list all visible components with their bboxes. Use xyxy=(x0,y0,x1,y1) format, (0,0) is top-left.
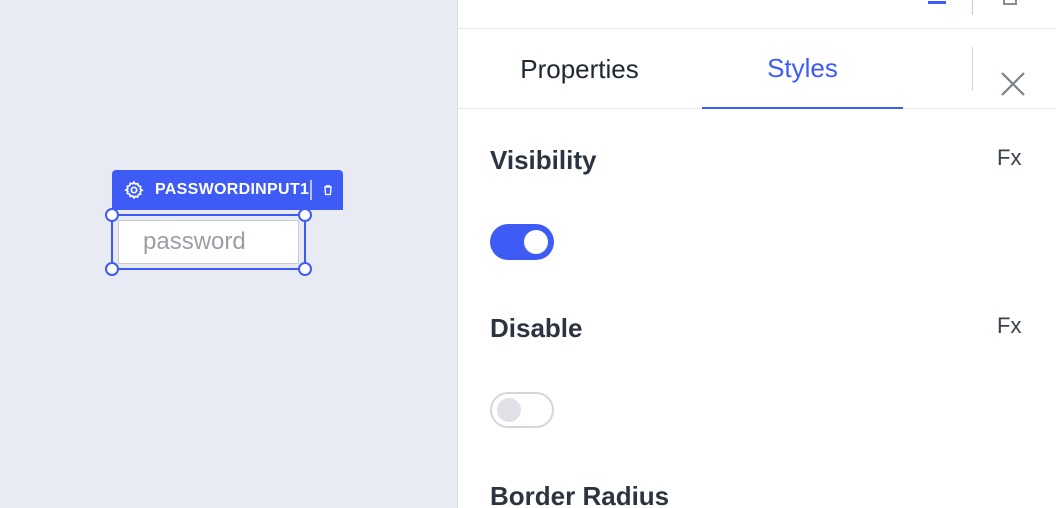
password-input[interactable] xyxy=(118,220,299,264)
canvas[interactable]: PASSWORDINPUT1 xyxy=(0,0,457,508)
widget-name-label: PASSWORDINPUT1 xyxy=(155,181,310,198)
tab-styles[interactable]: Styles xyxy=(702,29,903,109)
resize-handle-bottom-right[interactable] xyxy=(298,262,312,276)
gear-icon[interactable] xyxy=(124,180,144,200)
visibility-fx-button[interactable]: Fx xyxy=(997,145,1021,171)
close-pane-button[interactable] xyxy=(998,69,1028,99)
toggle-knob xyxy=(497,398,521,422)
widget-name-tag[interactable]: PASSWORDINPUT1 xyxy=(112,170,343,210)
tab-properties[interactable]: Properties xyxy=(488,29,671,109)
resize-handle-bottom-left[interactable] xyxy=(105,262,119,276)
disable-fx-button[interactable]: Fx xyxy=(997,313,1021,339)
toolbar-icon-left[interactable] xyxy=(928,0,946,4)
selected-widget-frame[interactable] xyxy=(105,208,312,276)
disable-toggle[interactable] xyxy=(490,392,554,428)
close-icon xyxy=(1001,72,1025,96)
toolbar-divider xyxy=(972,0,973,15)
property-pane: Properties Styles Visibility Fx Disable … xyxy=(457,0,1056,508)
resize-handle-top-right[interactable] xyxy=(298,208,312,222)
text-caret xyxy=(310,180,313,200)
toggle-knob xyxy=(524,230,548,254)
visibility-toggle[interactable] xyxy=(490,224,554,260)
toolbar-icon-right[interactable] xyxy=(1003,0,1017,5)
pane-top-toolbar xyxy=(458,0,1056,29)
resize-handle-top-left[interactable] xyxy=(105,208,119,222)
tabs-divider xyxy=(972,47,973,91)
disable-title: Disable xyxy=(490,313,583,343)
visibility-title: Visibility xyxy=(490,145,597,175)
pane-tabs: Properties Styles xyxy=(458,29,1056,109)
trash-icon[interactable] xyxy=(322,184,334,196)
border-radius-title: Border Radius xyxy=(490,481,670,508)
